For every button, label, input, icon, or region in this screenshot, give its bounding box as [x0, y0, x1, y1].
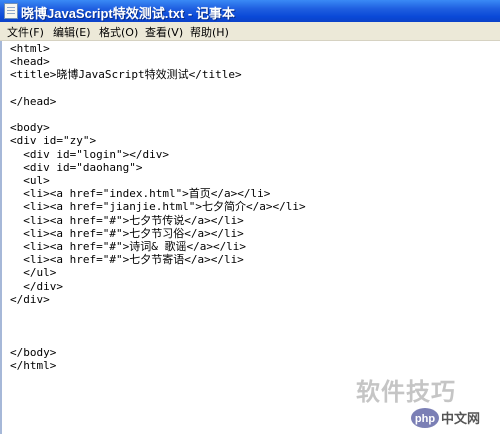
menu-format[interactable]: 格式(O) [99, 24, 138, 40]
php-logo: php 中文网 [411, 408, 480, 428]
code-line: <html> [10, 42, 50, 55]
notepad-window: 晓博JavaScript特效测试.txt - 记事本 文件(F) 编辑(E) 格… [0, 0, 500, 434]
code-line: </div> [10, 292, 50, 306]
menu-file[interactable]: 文件(F) [7, 24, 44, 40]
code-line: <li><a href="jianjie.html">七夕简介</a></li> [10, 200, 306, 214]
title-bar[interactable]: 晓博JavaScript特效测试.txt - 记事本 [0, 0, 500, 23]
menu-view[interactable]: 查看(V) [145, 24, 183, 40]
php-logo-text: php [415, 413, 435, 425]
code-line: <div id="login"></div> [10, 147, 169, 161]
watermark-text: 软件技巧 [356, 378, 456, 406]
menu-help[interactable]: 帮助(H) [190, 24, 229, 40]
code-line: </ul> [10, 266, 57, 280]
menu-edit[interactable]: 编辑(E) [53, 24, 91, 40]
code-line: <head> [10, 55, 50, 69]
menu-bar: 文件(F) 编辑(E) 格式(O) 查看(V) 帮助(H) [0, 22, 500, 41]
code-line: <li><a href="#">七夕节习俗</a></li> [10, 226, 244, 240]
notepad-icon [4, 3, 18, 19]
code-line: </body> [10, 345, 57, 359]
code-line: <li><a href="#">七夕节寄语</a></li> [10, 253, 244, 267]
php-logo-cn-text: 中文网 [441, 411, 480, 427]
code-line: <div id="daohang"> [10, 160, 143, 174]
code-line: <div id="zy"> [10, 134, 97, 148]
code-line: </head> [10, 94, 57, 108]
window-title: 晓博JavaScript特效测试.txt - 记事本 [21, 6, 235, 21]
code-line: <ul> [10, 174, 50, 188]
code-line: <li><a href="index.html">首页</a></li> [10, 187, 271, 201]
code-line: <li><a href="#">七夕节传说</a></li> [10, 213, 244, 227]
code-line: <li><a href="#">诗词& 歌谣</a></li> [10, 240, 247, 254]
code-line: </html> [10, 358, 57, 372]
code-line: <title>晓博JavaScript特效测试</title> [10, 68, 242, 82]
code-line: </div> [10, 279, 63, 293]
document-text: <html> <head> <title>晓博JavaScript特效测试</t… [10, 42, 306, 372]
code-line: <body> [10, 121, 50, 135]
